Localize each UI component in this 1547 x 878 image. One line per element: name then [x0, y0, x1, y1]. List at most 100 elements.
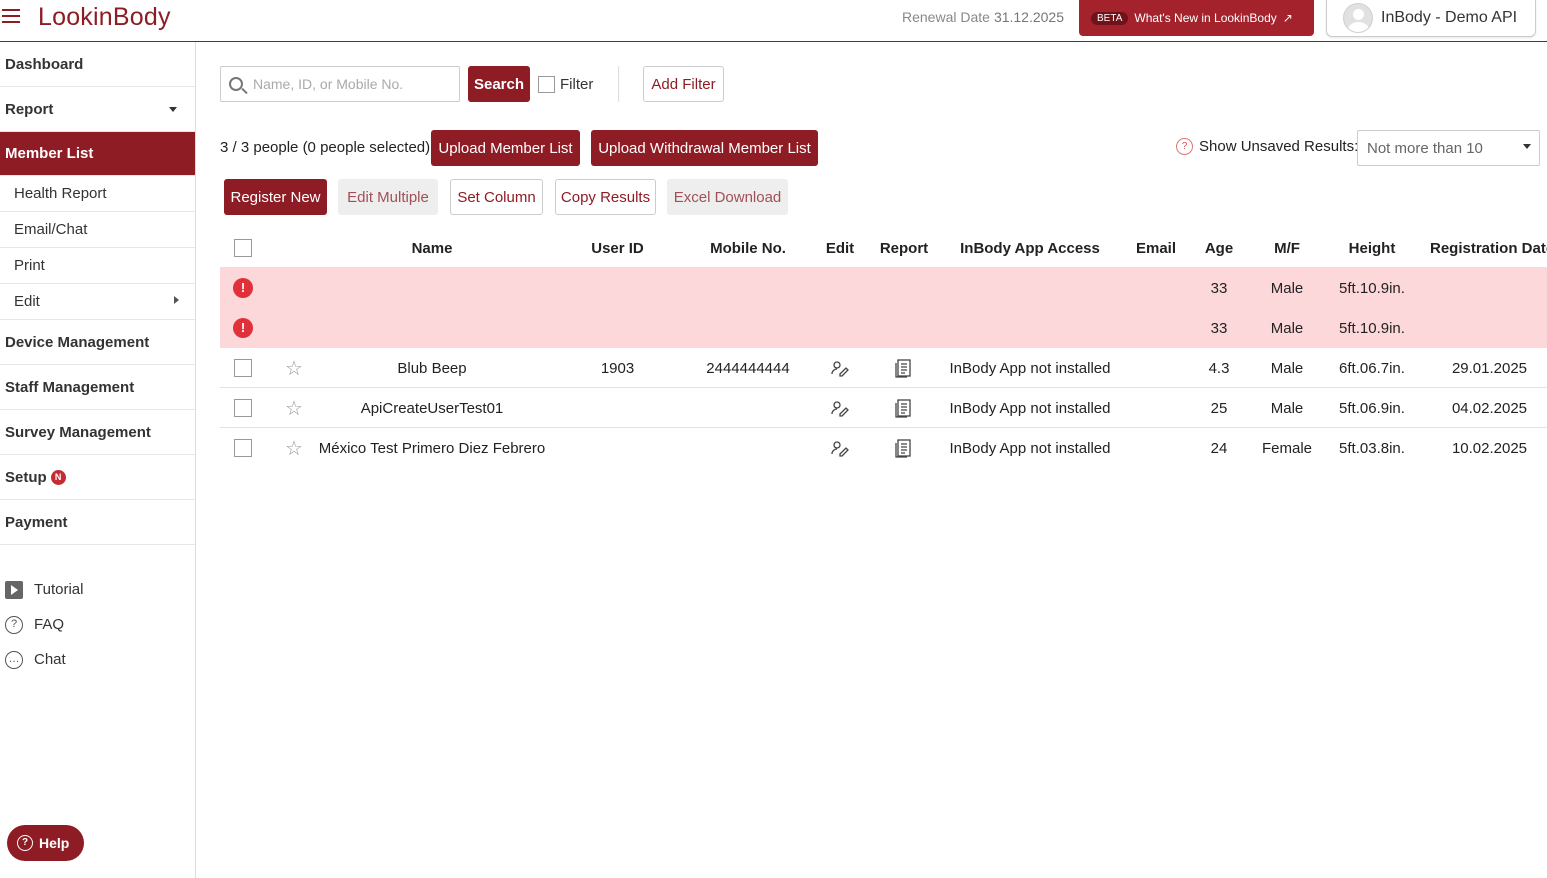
column-header-registration-date[interactable]: Registration Date — [1430, 228, 1547, 268]
tutorial-label: Tutorial — [34, 581, 84, 598]
star-icon[interactable]: ☆ — [282, 348, 306, 388]
edit-multiple-button[interactable]: Edit Multiple — [338, 179, 438, 215]
edit-icon[interactable] — [816, 428, 864, 468]
search-field[interactable] — [220, 66, 460, 102]
sidebar-item-label: Report — [5, 100, 54, 118]
age-cell: 25 — [1210, 399, 1228, 417]
row-checkbox[interactable] — [234, 359, 252, 377]
column-header-mobile[interactable]: Mobile No. — [688, 228, 808, 268]
table-row[interactable]: ☆ México Test Primero Diez Febrero InBod… — [220, 428, 1547, 468]
sidebar-item-device-management[interactable]: Device Management — [0, 320, 195, 365]
member-table: Name User ID Mobile No. Edit Report InBo… — [220, 228, 1547, 468]
error-icon-cell: ! — [230, 268, 256, 308]
set-column-button[interactable]: Set Column — [450, 179, 543, 215]
column-header-name[interactable]: Name — [317, 228, 547, 268]
email-cell — [1126, 428, 1186, 468]
report-icon[interactable] — [872, 388, 936, 428]
name-cell[interactable]: México Test Primero Diez Febrero — [317, 428, 547, 468]
table-row[interactable]: ☆ Blub Beep 1903 2444444444 InBody App n… — [220, 348, 1547, 388]
sidebar-item-label: Survey Management — [5, 423, 151, 441]
star-icon[interactable]: ☆ — [282, 388, 306, 428]
column-header-edit: Edit — [825, 239, 855, 257]
divider — [618, 66, 619, 102]
column-header-height[interactable]: Height — [1330, 228, 1414, 268]
upload-withdrawal-member-list-button[interactable]: Upload Withdrawal Member List — [591, 130, 818, 166]
sidebar-subitem-label: Edit — [14, 293, 40, 310]
renewal-info: Renewal Date 31.12.2025 — [902, 9, 1064, 25]
email-cell — [1126, 348, 1186, 388]
row-checkbox[interactable] — [234, 399, 252, 417]
whats-new-label: What's New in LookinBody — [1134, 11, 1277, 25]
sidebar-item-payment[interactable]: Payment — [0, 500, 195, 545]
sidebar-subitem-email-chat[interactable]: Email/Chat — [0, 212, 195, 248]
sidebar-item-setup[interactable]: Setup N — [0, 455, 195, 500]
hamburger-menu-icon[interactable] — [2, 9, 22, 27]
faq-label: FAQ — [34, 616, 65, 633]
column-header-email[interactable]: Email — [1126, 228, 1186, 268]
excel-download-button[interactable]: Excel Download — [667, 179, 788, 215]
app-logo[interactable]: LookinBody — [38, 3, 171, 32]
report-icon[interactable] — [872, 348, 936, 388]
name-cell[interactable]: Blub Beep — [317, 348, 547, 388]
whats-new-button[interactable]: BETA What's New in LookinBody ↗ — [1079, 0, 1314, 36]
help-label: Help — [39, 835, 70, 851]
chat-link[interactable]: … Chat — [0, 642, 195, 677]
account-button[interactable]: InBody - Demo API — [1326, 0, 1536, 37]
search-button[interactable]: Search — [468, 66, 530, 102]
filter-checkbox[interactable] — [538, 76, 555, 93]
help-button[interactable]: ? Help — [7, 825, 84, 861]
question-circle-icon[interactable]: ? — [1176, 138, 1193, 155]
sidebar-subitem-edit[interactable]: Edit — [0, 284, 195, 320]
copy-results-button[interactable]: Copy Results — [555, 179, 656, 215]
mobile-cell — [688, 388, 808, 428]
sidebar-subitem-label: Email/Chat — [14, 221, 88, 238]
faq-link[interactable]: ? FAQ — [0, 607, 195, 642]
search-input[interactable] — [253, 76, 443, 92]
error-icon: ! — [233, 318, 253, 338]
sidebar-item-label: Device Management — [5, 333, 150, 351]
error-icon-cell: ! — [230, 308, 256, 348]
select-all-checkbox[interactable] — [234, 239, 252, 257]
gender-cell: Female — [1261, 439, 1313, 457]
upload-member-list-button[interactable]: Upload Member List — [431, 130, 580, 166]
sidebar-subitem-health-report[interactable]: Health Report — [0, 176, 195, 212]
column-header-gender[interactable]: M/F — [1258, 228, 1316, 268]
sidebar-item-staff-management[interactable]: Staff Management — [0, 365, 195, 410]
age-cell: 33 — [1210, 319, 1228, 337]
gender-cell: Male — [1270, 399, 1304, 417]
column-header-app-access[interactable]: InBody App Access — [948, 228, 1112, 268]
beta-badge: BETA — [1091, 11, 1129, 25]
sidebar-item-member-list[interactable]: Member List — [0, 132, 195, 176]
sidebar-item-report[interactable]: Report — [0, 87, 195, 132]
select-value: Not more than 10 — [1367, 139, 1483, 157]
renewal-date: 31.12.2025 — [993, 9, 1065, 25]
report-icon[interactable] — [872, 428, 936, 468]
star-icon[interactable]: ☆ — [282, 428, 306, 468]
row-checkbox[interactable] — [234, 439, 252, 457]
error-icon: ! — [233, 278, 253, 298]
caret-down-icon — [169, 107, 177, 112]
error-row[interactable]: ! 33 Male 5ft.10.9in. — [220, 268, 1547, 308]
edit-icon[interactable] — [816, 388, 864, 428]
add-filter-button[interactable]: Add Filter — [643, 66, 724, 102]
renewal-label: Renewal Date — [902, 9, 990, 25]
table-row[interactable]: ☆ ApiCreateUserTest01 InBody App not ins… — [220, 388, 1547, 428]
search-icon — [229, 77, 243, 91]
name-cell[interactable]: ApiCreateUserTest01 — [317, 388, 547, 428]
app-access-cell: InBody App not installed — [949, 399, 1111, 417]
edit-icon[interactable] — [816, 348, 864, 388]
register-new-button[interactable]: Register New — [224, 179, 327, 215]
sidebar-subitem-print[interactable]: Print — [0, 248, 195, 284]
sidebar-item-dashboard[interactable]: Dashboard — [0, 42, 195, 87]
registration-date-cell: 04.02.2025 — [1451, 399, 1528, 417]
unsaved-results-select[interactable]: Not more than 10 — [1357, 130, 1540, 166]
column-header-report: Report — [879, 239, 929, 257]
sidebar-item-survey-management[interactable]: Survey Management — [0, 410, 195, 455]
chevron-down-icon — [1523, 144, 1531, 149]
error-row[interactable]: ! 33 Male 5ft.10.9in. — [220, 308, 1547, 348]
filter-label: Filter — [560, 76, 594, 93]
sidebar: Dashboard Report Member List Health Repo… — [0, 42, 196, 878]
tutorial-link[interactable]: Tutorial — [0, 572, 195, 607]
column-header-age[interactable]: Age — [1196, 228, 1242, 268]
column-header-user-id[interactable]: User ID — [570, 228, 665, 268]
